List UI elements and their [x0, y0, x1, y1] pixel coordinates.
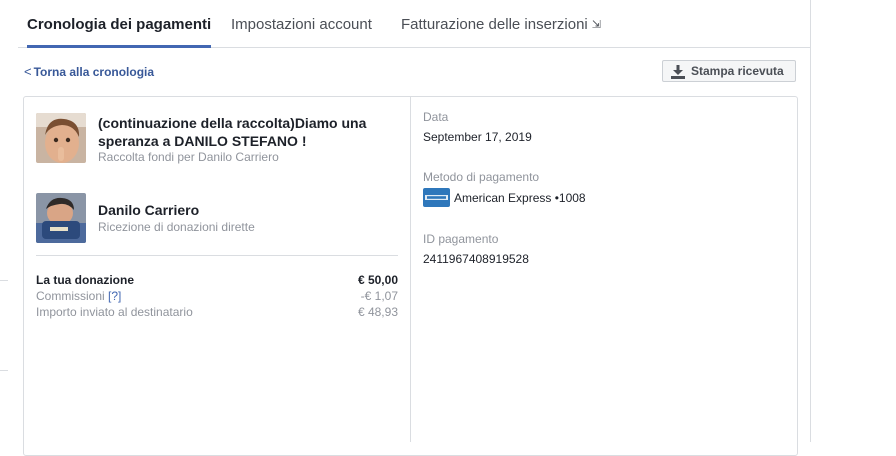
summary-divider [36, 255, 398, 256]
recipient-avatar[interactable] [36, 193, 86, 243]
print-receipt-label: Stampa ricevuta [691, 64, 784, 78]
content-right-border [810, 0, 811, 442]
left-edge-rule [0, 280, 8, 281]
fundraiser-title[interactable]: (continuazione della raccolta)Diamo una … [98, 114, 398, 150]
fundraiser-avatar[interactable] [36, 113, 86, 163]
fees-label: Commissioni [36, 289, 105, 303]
recipient-name[interactable]: Danilo Carriero [98, 202, 199, 218]
donation-amount: € 50,00 [357, 273, 398, 287]
date-label: Data [423, 110, 449, 124]
tab-payment-history[interactable]: Cronologia dei pagamenti [27, 0, 212, 48]
fees-amount: -€ 1,07 [360, 289, 398, 303]
payment-id-label: ID pagamento [423, 232, 499, 246]
back-link-label: Torna alla cronologia [33, 65, 155, 79]
fundraiser-subtitle: Raccolta fondi per Danilo Carriero [98, 150, 279, 164]
back-to-history-link[interactable]: < Torna alla cronologia [24, 64, 154, 79]
tab-ads-billing-label: Fatturazione delle inserzioni [401, 16, 588, 33]
payment-method-value: American Express •1008 [454, 191, 586, 205]
fees-help-link[interactable]: [?] [108, 289, 121, 303]
download-icon [671, 65, 685, 79]
date-value: September 17, 2019 [423, 130, 532, 144]
tab-bar: Cronologia dei pagamenti Impostazioni ac… [18, 0, 810, 48]
fees-row: Commissioni [?] [36, 289, 121, 303]
receipt-column-divider [410, 97, 411, 442]
payment-id-value: 2411967408919528 [423, 252, 529, 266]
tab-ads-billing[interactable]: Fatturazione delle inserzioni ⇲ [401, 0, 601, 47]
print-receipt-button[interactable]: Stampa ricevuta [662, 60, 796, 82]
sent-amount: € 48,93 [357, 305, 398, 319]
left-edge-rule [0, 370, 8, 371]
external-link-icon: ⇲ [591, 19, 601, 31]
recipient-subtitle: Ricezione di donazioni dirette [98, 220, 255, 234]
donation-label: La tua donazione [36, 273, 135, 287]
payment-method-label: Metodo di pagamento [423, 170, 540, 184]
amex-card-icon [423, 188, 450, 207]
tab-account-settings[interactable]: Impostazioni account [231, 0, 372, 47]
chevron-left-icon: < [24, 64, 32, 79]
sent-amount-label: Importo inviato al destinatario [36, 305, 193, 319]
